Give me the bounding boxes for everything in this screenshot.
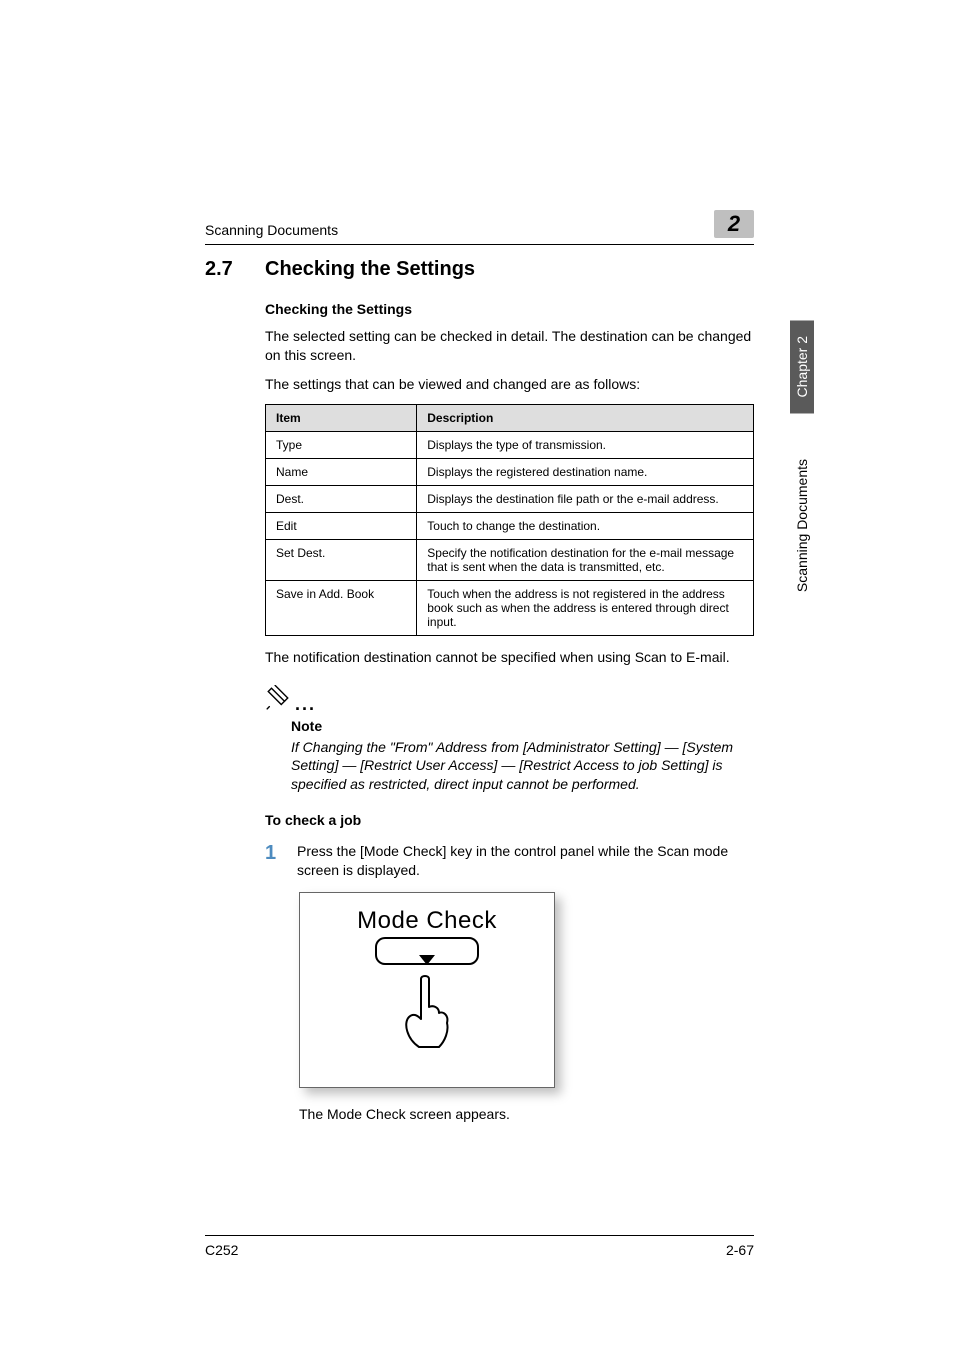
footer-left: C252 <box>205 1242 238 1258</box>
side-tab-section: Scanning Documents <box>790 443 814 608</box>
cell-desc: Touch to change the destination. <box>417 512 754 539</box>
col-description: Description <box>417 404 754 431</box>
side-tab-chapter: Chapter 2 <box>790 320 814 413</box>
cell-desc: Touch when the address is not registered… <box>417 580 754 635</box>
table-header-row: Item Description <box>266 404 754 431</box>
button-outline-icon <box>375 937 479 965</box>
running-header: Scanning Documents 2 <box>205 210 754 245</box>
section-title: Checking the Settings <box>265 258 475 281</box>
col-item: Item <box>266 404 417 431</box>
step-number: 1 <box>265 842 283 880</box>
cell-item: Set Dest. <box>266 539 417 580</box>
section-number: 2.7 <box>205 258 245 281</box>
note-body: If Changing the "From" Address from [Adm… <box>291 738 754 795</box>
cell-desc: Displays the registered destination name… <box>417 458 754 485</box>
cell-item: Dest. <box>266 485 417 512</box>
table-row: Set Dest. Specify the notification desti… <box>266 539 754 580</box>
cell-item: Edit <box>266 512 417 539</box>
hand-icon <box>399 973 455 1058</box>
footer-right: 2-67 <box>726 1242 754 1258</box>
figure-label: Mode Check <box>300 907 554 935</box>
cell-item: Type <box>266 431 417 458</box>
cell-desc: Specify the notification destination for… <box>417 539 754 580</box>
body-text: The settings that can be viewed and chan… <box>265 375 754 394</box>
chapter-number: 2 <box>728 211 740 237</box>
page-footer: C252 2-67 <box>205 1235 754 1258</box>
subheading-checking: Checking the Settings <box>265 301 754 317</box>
table-row: Dest. Displays the destination file path… <box>266 485 754 512</box>
running-title: Scanning Documents <box>205 222 338 238</box>
body-text: The selected setting can be checked in d… <box>265 327 754 365</box>
mode-check-figure: Mode Check <box>299 892 555 1088</box>
table-row: Type Displays the type of transmission. <box>266 431 754 458</box>
section-heading: 2.7 Checking the Settings <box>205 258 754 281</box>
chapter-badge: 2 <box>714 210 754 238</box>
note-dots: ... <box>295 694 316 715</box>
subheading-to-check: To check a job <box>265 812 754 828</box>
note-label: Note <box>291 718 754 734</box>
cell-item: Name <box>266 458 417 485</box>
cell-item: Save in Add. Book <box>266 580 417 635</box>
side-tabs: Chapter 2 Scanning Documents <box>790 320 814 609</box>
step-text: Press the [Mode Check] key in the contro… <box>297 842 754 880</box>
settings-table: Item Description Type Displays the type … <box>265 404 754 636</box>
table-row: Edit Touch to change the destination. <box>266 512 754 539</box>
cell-desc: Displays the destination file path or th… <box>417 485 754 512</box>
cell-desc: Displays the type of transmission. <box>417 431 754 458</box>
note-icon <box>265 685 291 716</box>
note-block: ... Note If Changing the "From" Address … <box>265 685 754 795</box>
result-text: The Mode Check screen appears. <box>299 1106 754 1122</box>
table-row: Save in Add. Book Touch when the address… <box>266 580 754 635</box>
step-1: 1 Press the [Mode Check] key in the cont… <box>265 842 754 880</box>
table-row: Name Displays the registered destination… <box>266 458 754 485</box>
body-text: The notification destination cannot be s… <box>265 648 754 667</box>
